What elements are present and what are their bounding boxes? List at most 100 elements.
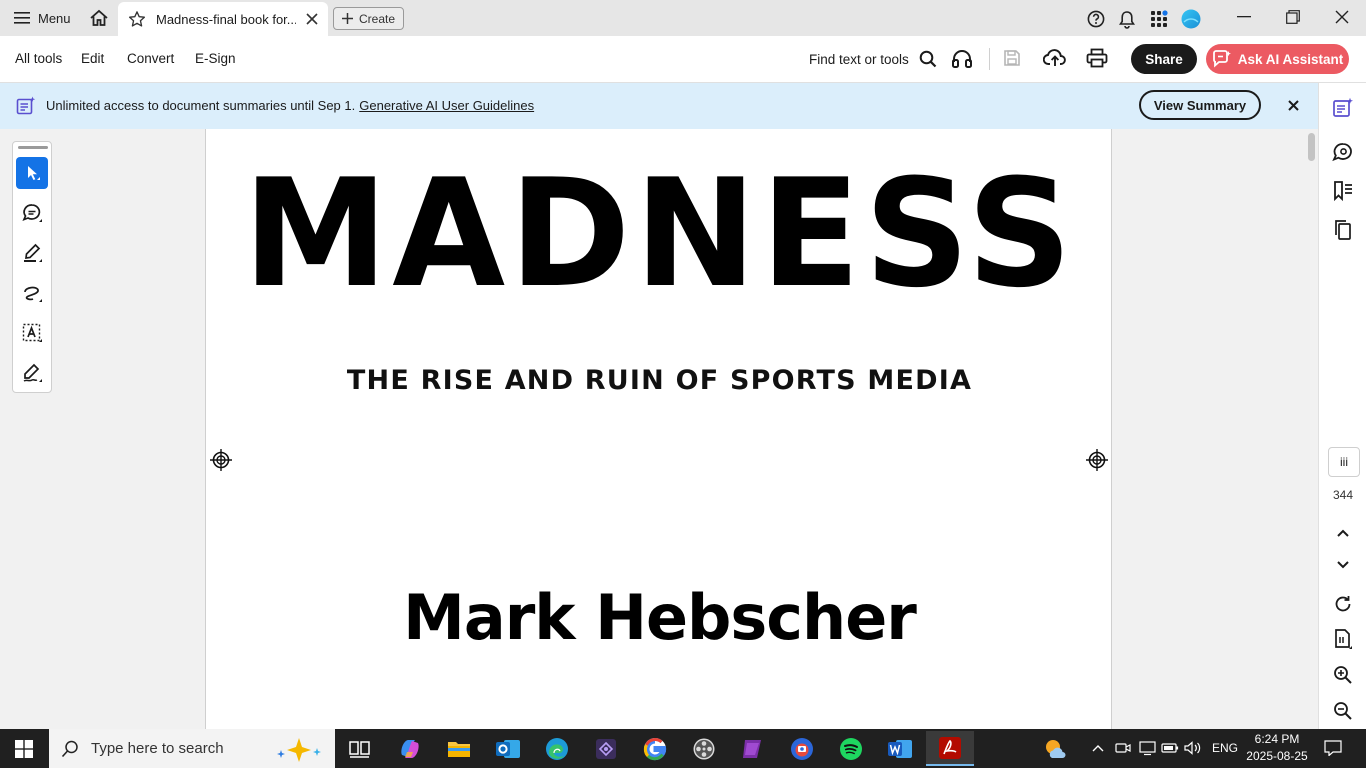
zoom-in-icon[interactable] bbox=[1331, 663, 1355, 687]
panel-drag-handle[interactable] bbox=[18, 146, 48, 149]
view-summary-button[interactable]: View Summary bbox=[1139, 90, 1261, 120]
home-icon[interactable] bbox=[86, 6, 112, 30]
star-icon[interactable] bbox=[128, 10, 146, 28]
microsoft-word-icon[interactable] bbox=[884, 733, 916, 765]
adobe-acrobat-icon[interactable] bbox=[926, 731, 974, 766]
banner-text: Unlimited access to document summaries u… bbox=[46, 98, 356, 113]
add-text-icon[interactable] bbox=[16, 317, 48, 349]
zoom-out-icon[interactable] bbox=[1331, 699, 1355, 723]
select-tool-icon[interactable] bbox=[16, 157, 48, 189]
right-rail: iii 344 bbox=[1318, 83, 1366, 729]
menu-edit[interactable]: Edit bbox=[81, 51, 104, 66]
google-chrome-icon[interactable] bbox=[639, 733, 671, 765]
profile-avatar-icon[interactable] bbox=[1180, 8, 1202, 30]
help-icon[interactable] bbox=[1085, 8, 1107, 30]
book-subtitle: THE RISE AND RUIN OF SPORTS MEDIA bbox=[346, 365, 973, 396]
battery-icon[interactable] bbox=[1161, 739, 1179, 757]
taskbar-search-box[interactable]: Type here to search bbox=[49, 729, 335, 768]
weather-icon[interactable] bbox=[1044, 737, 1068, 761]
plus-icon bbox=[341, 13, 353, 24]
page-thumbnails-icon[interactable] bbox=[1331, 218, 1355, 242]
search-icon bbox=[919, 50, 937, 68]
main-toolbar: All tools Edit Convert E-Sign Find text … bbox=[0, 36, 1366, 83]
upload-cloud-icon[interactable] bbox=[1043, 48, 1067, 68]
onenote-icon[interactable] bbox=[737, 733, 769, 765]
draw-freeform-icon[interactable] bbox=[16, 277, 48, 309]
highlight-tool-icon[interactable] bbox=[16, 237, 48, 269]
print-icon[interactable] bbox=[1086, 48, 1108, 68]
previous-page-chevron-up-icon[interactable] bbox=[1331, 521, 1355, 545]
book-title: MADNESS bbox=[242, 147, 1077, 321]
create-button[interactable]: Create bbox=[333, 7, 404, 30]
search-icon bbox=[61, 740, 79, 758]
total-pages: 344 bbox=[1332, 488, 1354, 502]
read-aloud-headphones-icon[interactable] bbox=[951, 49, 973, 69]
comment-tool-icon[interactable] bbox=[16, 197, 48, 229]
file-explorer-icon[interactable] bbox=[443, 733, 475, 765]
spotify-icon[interactable] bbox=[835, 733, 867, 765]
visual-studio-icon[interactable] bbox=[590, 733, 622, 765]
clock[interactable]: 6:24 PM 2025-08-25 bbox=[1246, 731, 1308, 765]
sign-tool-icon[interactable] bbox=[16, 357, 48, 389]
scrollbar-thumb[interactable] bbox=[1308, 133, 1315, 161]
photo-app-icon[interactable] bbox=[786, 733, 818, 765]
fit-page-icon[interactable] bbox=[1331, 627, 1355, 651]
notification-bell-icon[interactable] bbox=[1116, 8, 1138, 30]
guidelines-link[interactable]: Generative AI User Guidelines bbox=[359, 98, 534, 113]
windows-start-icon[interactable] bbox=[0, 729, 48, 768]
document-tab[interactable]: Madness-final book for... bbox=[118, 2, 328, 36]
ai-assistant-icon bbox=[1212, 50, 1232, 68]
toolbar-divider bbox=[989, 48, 990, 70]
banner-message: Unlimited access to document summaries u… bbox=[46, 98, 534, 113]
current-page-input[interactable]: iii bbox=[1328, 447, 1360, 477]
next-page-chevron-down-icon[interactable] bbox=[1331, 553, 1355, 577]
rotate-refresh-icon[interactable] bbox=[1331, 592, 1355, 616]
summary-icon bbox=[16, 96, 36, 116]
edge-browser-icon[interactable] bbox=[541, 733, 573, 765]
find-text-or-tools[interactable]: Find text or tools bbox=[809, 50, 937, 68]
bookmarks-icon[interactable] bbox=[1331, 179, 1355, 203]
ask-ai-assistant-button[interactable]: Ask AI Assistant bbox=[1206, 44, 1349, 74]
meet-camera-icon[interactable] bbox=[1114, 739, 1132, 757]
close-banner-icon[interactable] bbox=[1284, 96, 1302, 114]
crosshair-target-icon[interactable] bbox=[1086, 449, 1108, 471]
windows-taskbar: Type here to search ENG 6:24 PM 2025-08-… bbox=[0, 729, 1366, 768]
comments-panel-icon[interactable] bbox=[1331, 140, 1355, 164]
menu-all-tools[interactable]: All tools bbox=[15, 51, 62, 66]
close-window-button[interactable] bbox=[1318, 0, 1366, 34]
input-language[interactable]: ENG bbox=[1212, 741, 1238, 755]
menu-convert[interactable]: Convert bbox=[127, 51, 174, 66]
menu-button[interactable]: Menu bbox=[8, 6, 77, 30]
copilot-app-icon[interactable] bbox=[394, 733, 426, 765]
restore-button[interactable] bbox=[1269, 0, 1317, 34]
book-author: Mark Hebscher bbox=[403, 581, 917, 654]
menu-e-sign[interactable]: E-Sign bbox=[195, 51, 236, 66]
title-bar: Menu Madness-final book for... Create bbox=[0, 0, 1366, 36]
minimize-button[interactable] bbox=[1220, 0, 1268, 34]
close-tab-icon[interactable] bbox=[306, 13, 318, 25]
apps-grid-icon[interactable] bbox=[1148, 8, 1170, 30]
outlook-icon[interactable] bbox=[492, 733, 524, 765]
pdf-page: MADNESS THE RISE AND RUIN OF SPORTS MEDI… bbox=[205, 129, 1112, 729]
ai-summary-icon[interactable] bbox=[1331, 96, 1355, 120]
quick-tools-panel bbox=[12, 141, 52, 393]
search-placeholder: Type here to search bbox=[91, 740, 224, 757]
share-button[interactable]: Share bbox=[1131, 44, 1197, 74]
ask-ai-label: Ask AI Assistant bbox=[1237, 51, 1344, 67]
hamburger-icon bbox=[14, 11, 30, 25]
video-editor-reel-icon[interactable] bbox=[688, 733, 720, 765]
clock-time: 6:24 PM bbox=[1254, 732, 1300, 746]
vertical-scrollbar[interactable] bbox=[1305, 129, 1318, 729]
volume-speaker-icon[interactable] bbox=[1184, 739, 1202, 757]
notification-center-icon[interactable] bbox=[1324, 739, 1342, 757]
task-view-icon[interactable] bbox=[344, 733, 376, 765]
display-icon[interactable] bbox=[1138, 739, 1156, 757]
find-label: Find text or tools bbox=[809, 51, 909, 67]
save-icon[interactable] bbox=[1003, 49, 1021, 67]
ai-summary-banner: Unlimited access to document summaries u… bbox=[0, 83, 1318, 129]
show-hidden-icons-chevron-icon[interactable] bbox=[1089, 739, 1107, 757]
menu-label: Menu bbox=[38, 10, 71, 26]
clock-date: 2025-08-25 bbox=[1246, 749, 1308, 763]
sparkle-icon bbox=[275, 736, 325, 762]
crosshair-target-icon[interactable] bbox=[210, 449, 232, 471]
